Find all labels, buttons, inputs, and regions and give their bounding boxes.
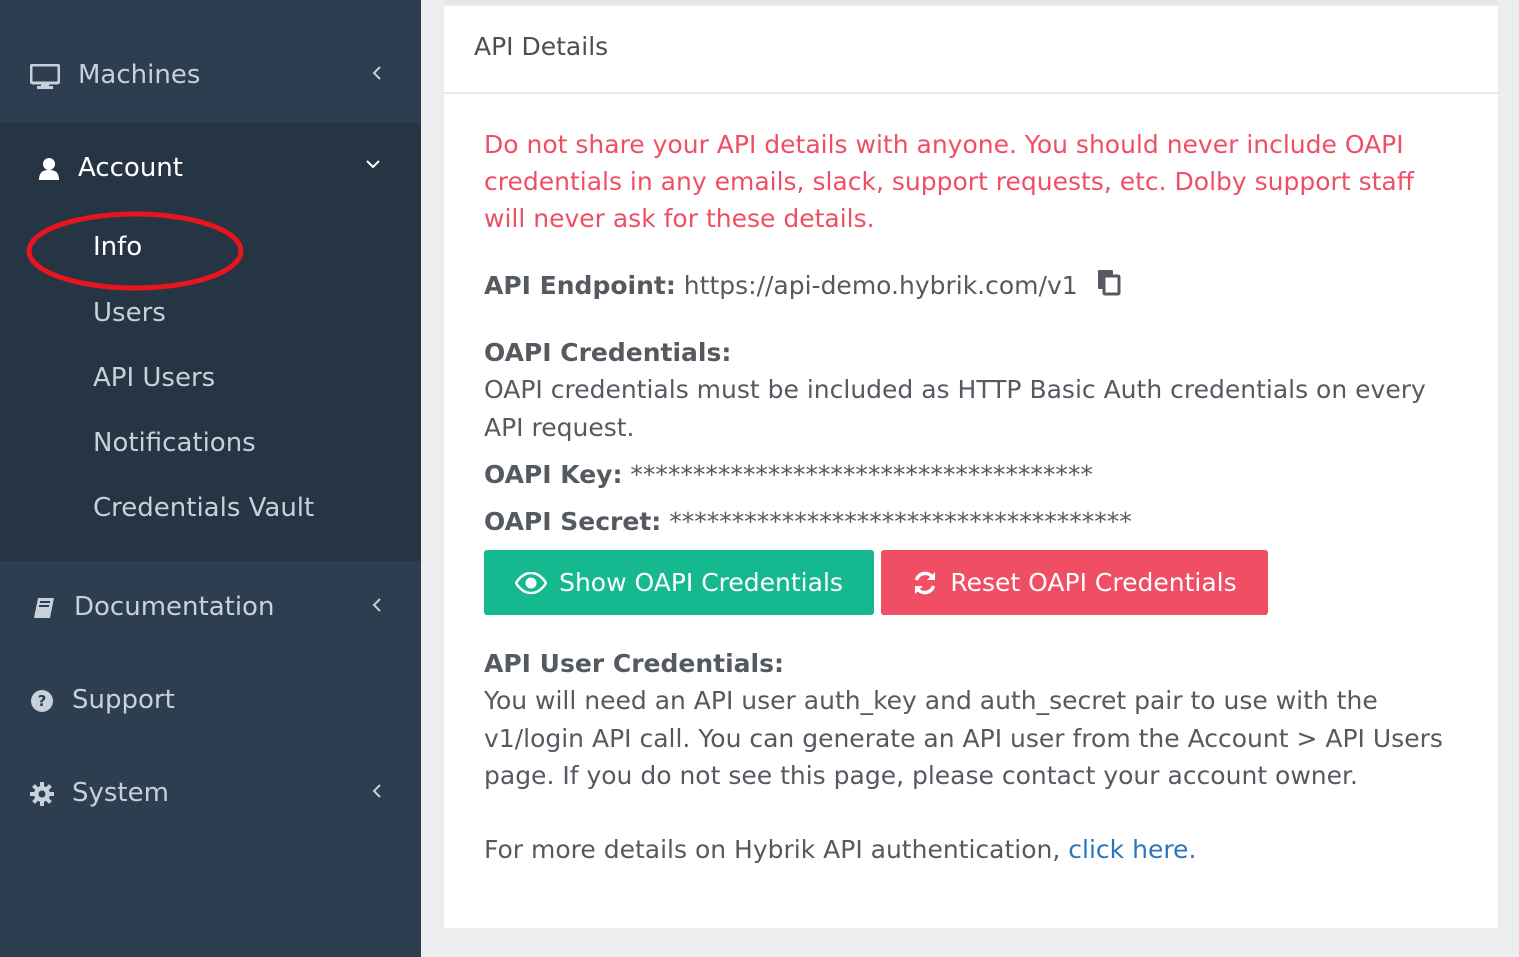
sidebar-item-account[interactable]: Account xyxy=(0,133,421,205)
sidebar-item-label: Account xyxy=(78,153,183,183)
api-user-heading: API User Credentials: xyxy=(484,649,784,678)
chevron-left-icon xyxy=(372,784,381,798)
copy-icon[interactable] xyxy=(1096,268,1122,306)
desktop-icon xyxy=(30,64,60,90)
oapi-secret-row: OAPI Secret: ***************************… xyxy=(484,503,1132,540)
endpoint-value: https://api-demo.hybrik.com/v1 xyxy=(683,271,1078,300)
user-icon xyxy=(38,157,60,181)
chevron-left-icon xyxy=(372,66,381,80)
oapi-secret-label: OAPI Secret: xyxy=(484,507,662,536)
sidebar-subitem-users[interactable]: Users xyxy=(93,298,166,328)
eye-icon xyxy=(515,571,548,594)
more-details-text: For more details on Hybrik API authentic… xyxy=(484,835,1061,864)
oapi-secret-value: ************************************* xyxy=(669,507,1132,536)
show-credentials-label: Show OAPI Credentials xyxy=(559,568,843,597)
api-user-description: You will need an API user auth_key and a… xyxy=(484,686,1443,790)
oapi-key-label: OAPI Key: xyxy=(484,460,623,489)
question-circle-icon: ? xyxy=(30,689,54,713)
gear-icon xyxy=(30,782,54,806)
oapi-key-value: ************************************* xyxy=(630,460,1093,489)
endpoint-label: API Endpoint: xyxy=(484,271,676,300)
oapi-heading: OAPI Credentials: xyxy=(484,338,732,367)
chevron-down-icon xyxy=(366,160,380,169)
svg-text:?: ? xyxy=(38,692,47,710)
api-details-panel: API Details Do not share your API detail… xyxy=(444,6,1498,928)
refresh-icon xyxy=(912,570,938,596)
panel-header: API Details xyxy=(444,6,1498,94)
show-credentials-button[interactable]: Show OAPI Credentials xyxy=(484,550,874,615)
endpoint-row: API Endpoint: https://api-demo.hybrik.co… xyxy=(484,267,1122,306)
sidebar-item-label: Machines xyxy=(78,60,201,90)
book-icon xyxy=(32,596,56,620)
auth-docs-link[interactable]: click here. xyxy=(1068,835,1196,864)
sidebar-item-system[interactable]: System xyxy=(0,758,421,830)
reset-credentials-label: Reset OAPI Credentials xyxy=(950,568,1237,597)
top-strip xyxy=(444,0,1498,5)
sidebar-subitem-api-users[interactable]: API Users xyxy=(93,363,215,393)
sidebar-item-documentation[interactable]: Documentation xyxy=(0,572,421,644)
panel-title: API Details xyxy=(474,32,609,61)
more-details-row: For more details on Hybrik API authentic… xyxy=(484,831,1196,868)
sidebar-item-support[interactable]: ? Support xyxy=(0,665,421,737)
sidebar-subitem-credentials-vault[interactable]: Credentials Vault xyxy=(93,493,314,523)
sidebar-item-label: Support xyxy=(72,685,175,715)
reset-credentials-button[interactable]: Reset OAPI Credentials xyxy=(881,550,1268,615)
oapi-description: OAPI credentials must be included as HTT… xyxy=(484,375,1426,442)
sidebar-subitem-info[interactable]: Info xyxy=(93,232,142,262)
oapi-key-row: OAPI Key: ******************************… xyxy=(484,456,1093,493)
chevron-left-icon xyxy=(372,598,381,612)
sidebar-item-label: Documentation xyxy=(74,592,275,622)
sidebar-subitem-notifications[interactable]: Notifications xyxy=(93,428,256,458)
security-warning: Do not share your API details with anyon… xyxy=(484,130,1414,233)
sidebar-item-machines[interactable]: Machines xyxy=(0,40,421,112)
sidebar: Machines Account Info Users API Users No… xyxy=(0,0,421,957)
sidebar-item-label: System xyxy=(72,778,169,808)
